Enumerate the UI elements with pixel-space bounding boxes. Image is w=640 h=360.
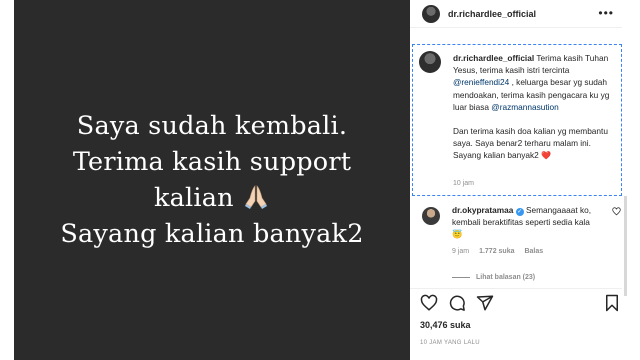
post-sidebar: dr.richardlee_official ••• dr.richardlee… [410,0,640,360]
image-text-line-2: Terima kasih support [72,147,352,177]
mention-renieffendi24[interactable]: @renieffendi24 [453,77,509,87]
bookmark-icon[interactable] [604,294,620,312]
smiling-halo-emoji: 😇 [452,229,463,240]
verified-badge-icon: ✓ [515,208,524,216]
comment-like-heart-icon[interactable] [612,207,621,216]
post-image-text: Saya sudah kembali. Terima kasih support… [60,108,363,252]
view-replies-label: Lihat balasan (23) [476,274,536,281]
caption-username[interactable]: dr.richardlee_official [453,53,534,63]
post-timestamp: 10 JAM YANG LALU [420,340,480,346]
caption-text-c: Dan terima kasih doa kalian yg membantu … [453,126,608,161]
left-margin [0,0,14,360]
replies-divider-line [452,277,470,278]
actions-divider [410,288,622,289]
caption-text: dr.richardlee_official Terima kasih Tuha… [453,52,617,163]
author-avatar[interactable] [422,4,440,23]
red-heart-emoji: ❤️ [541,151,552,161]
comment-meta: 9 jam 1.772 suka Balas [452,248,551,255]
author-username[interactable]: dr.richardlee_official [448,9,536,19]
commenter-username[interactable]: dr.okypratamaa [452,205,513,215]
reply-button[interactable]: Balas [524,248,543,255]
view-replies-button[interactable]: Lihat balasan (23) [452,274,535,281]
caption-timestamp: 10 jam [453,180,475,187]
image-text-line-3: kalian [60,180,363,216]
folded-hands-icon [245,185,268,209]
caption-paragraph-2: Dan terima kasih doa kalian yg membantu … [453,125,617,163]
comment-timestamp: 9 jam [452,248,470,255]
image-text-line-1: Saya sudah kembali. [76,111,348,141]
commenter-avatar[interactable] [422,207,440,225]
comment-like-count[interactable]: 1.772 suka [479,248,514,255]
caption-author-avatar[interactable] [419,51,441,73]
comment-text: dr.okypratamaa ✓ Semangaaaat ko, kembali… [452,204,602,241]
more-horizontal-icon[interactable]: ••• [598,7,614,19]
comment-icon[interactable] [448,294,466,312]
mention-razmannasution[interactable]: @razmannasution [491,102,558,112]
share-icon[interactable] [476,294,494,312]
post-header: dr.richardlee_official ••• [410,0,622,28]
comments-scrollbar[interactable] [624,196,627,296]
action-bar [420,294,620,314]
heart-icon[interactable] [420,294,438,312]
post-image[interactable]: Saya sudah kembali. Terima kasih support… [14,0,410,360]
image-text-line-3-text: kalian [153,183,234,213]
like-count[interactable]: 30,476 suka [420,320,471,330]
image-text-line-4: Sayang kalian banyak2 [60,219,364,249]
post-caption: dr.richardlee_official Terima kasih Tuha… [412,44,622,196]
instagram-post-view: Saya sudah kembali. Terima kasih support… [0,0,640,360]
